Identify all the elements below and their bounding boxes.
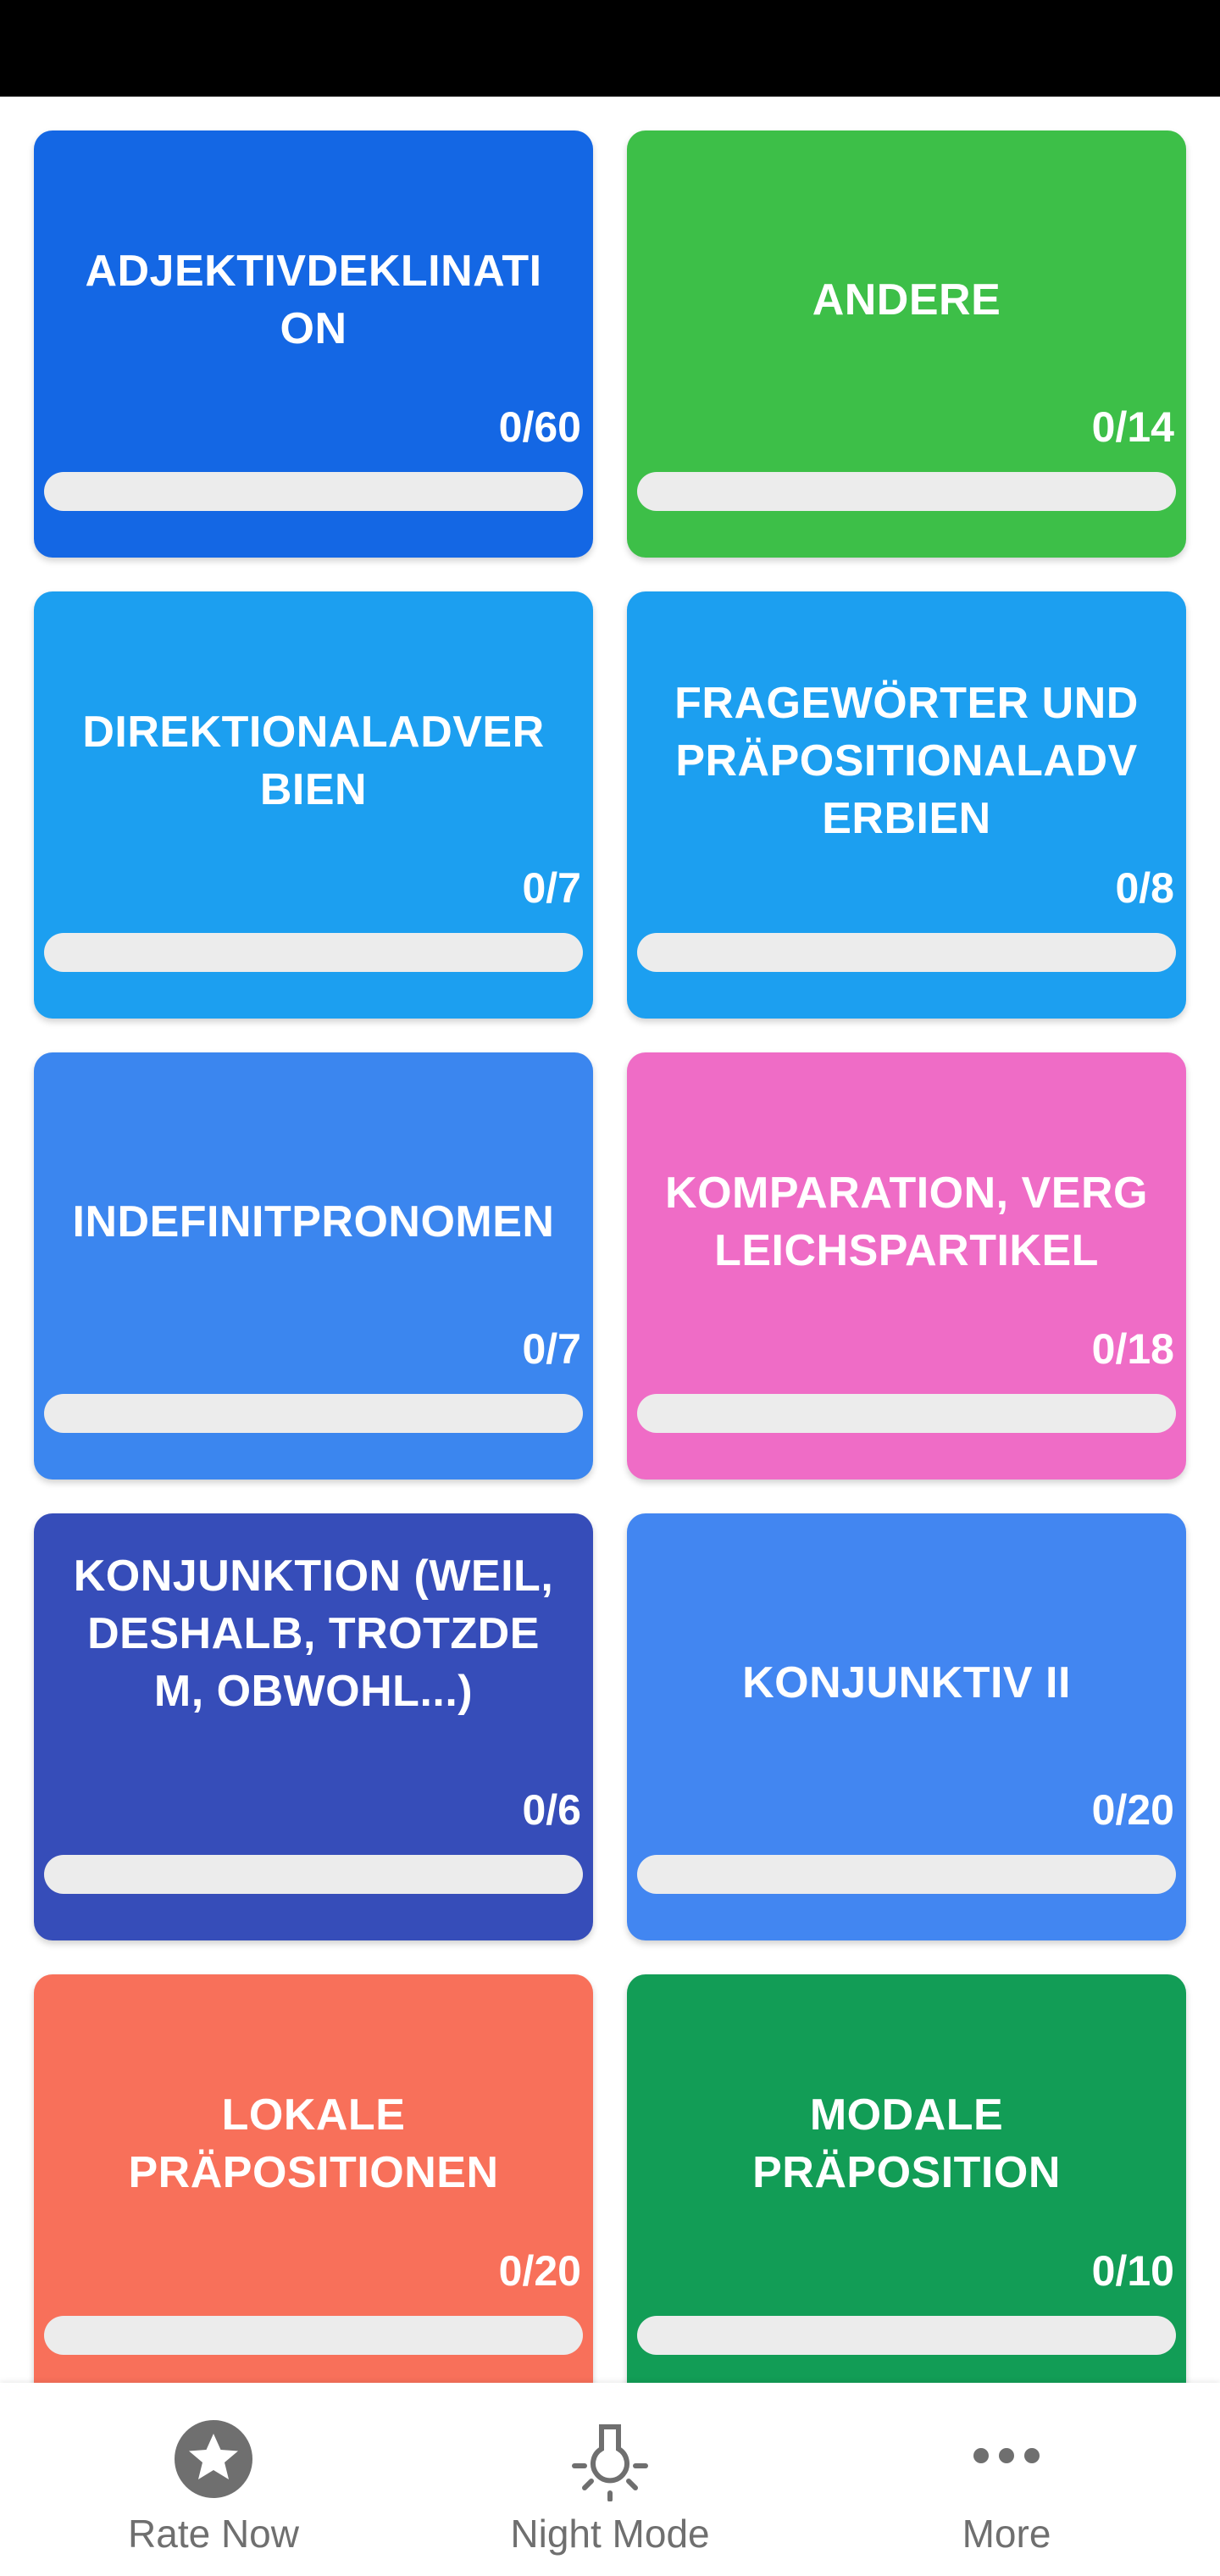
star-circle-icon	[175, 2420, 252, 2498]
progress-bar	[637, 933, 1176, 972]
topic-title: KOMPARATION, VERGLEICHSPARTIKEL	[665, 1169, 1148, 1275]
topic-card[interactable]: DIREKTIONALADVERBIEN 0/7	[34, 591, 593, 1019]
night-mode-label: Night Mode	[510, 2512, 710, 2556]
status-bar	[0, 0, 1220, 97]
topic-progress-count: 0/8	[1115, 864, 1174, 912]
topic-progress-count: 0/60	[498, 403, 581, 451]
lightbulb-icon	[572, 2424, 648, 2501]
topic-card[interactable]: LOKALE PRÄPOSITIONEN 0/20	[34, 1974, 593, 2383]
topic-progress-count: 0/18	[1091, 1325, 1174, 1373]
topic-card[interactable]: INDEFINITPRONOMEN 0/7	[34, 1052, 593, 1480]
progress-bar	[637, 1855, 1176, 1894]
progress-bar	[44, 1394, 583, 1433]
topic-progress-count: 0/10	[1091, 2247, 1174, 2295]
progress-bar	[637, 2316, 1176, 2355]
topic-card[interactable]: ADJEKTIVDEKLINATION 0/60	[34, 130, 593, 558]
topic-card[interactable]: KONJUNKTION (WEIL, DESHALB, TROTZDEM, OB…	[34, 1513, 593, 1940]
topic-progress-count: 0/6	[522, 1786, 581, 1834]
more-button[interactable]: More	[803, 2383, 1210, 2576]
progress-bar	[44, 933, 583, 972]
topic-progress-count: 0/14	[1091, 403, 1174, 451]
progress-bar	[637, 472, 1176, 511]
bottom-navigation: Rate Now Night Mode More	[0, 2383, 1220, 2576]
progress-bar	[44, 472, 583, 511]
topic-title: MODALE PRÄPOSITION	[752, 2090, 1061, 2197]
topic-progress-count: 0/7	[522, 864, 581, 912]
topic-progress-count: 0/20	[498, 2247, 581, 2295]
night-mode-button[interactable]: Night Mode	[407, 2383, 813, 2576]
topic-card[interactable]: FRAGEWÖRTER UND PRÄPOSITIONALADVERBIEN 0…	[627, 591, 1186, 1019]
topic-title: INDEFINITPRONOMEN	[72, 1197, 555, 1246]
topic-title: LOKALE PRÄPOSITIONEN	[128, 2090, 499, 2197]
topic-title: KONJUNKTION (WEIL, DESHALB, TROTZDEM, OB…	[73, 1552, 554, 1716]
topic-title: FRAGEWÖRTER UND PRÄPOSITIONALADVERBIEN	[674, 679, 1139, 843]
topic-card[interactable]: KONJUNKTIV II 0/20	[627, 1513, 1186, 1940]
topic-card[interactable]: MODALE PRÄPOSITION 0/10	[627, 1974, 1186, 2383]
topic-title: KONJUNKTIV II	[742, 1658, 1071, 1707]
progress-bar	[44, 1855, 583, 1894]
progress-bar	[44, 2316, 583, 2355]
topic-title: DIREKTIONALADVERBIEN	[82, 708, 545, 814]
rate-now-button[interactable]: Rate Now	[10, 2383, 417, 2576]
more-dots-icon	[973, 2448, 1040, 2463]
rate-now-label: Rate Now	[128, 2512, 299, 2556]
topic-title: ANDERE	[812, 275, 1001, 325]
topic-progress-count: 0/7	[522, 1325, 581, 1373]
topic-title: ADJEKTIVDEKLINATION	[85, 247, 542, 353]
topic-card[interactable]: ANDERE 0/14	[627, 130, 1186, 558]
progress-bar	[637, 1394, 1176, 1433]
topic-grid: ADJEKTIVDEKLINATION 0/60 ANDERE 0/14 DIR…	[0, 97, 1220, 2383]
topic-card[interactable]: KOMPARATION, VERGLEICHSPARTIKEL 0/18	[627, 1052, 1186, 1480]
more-label: More	[962, 2512, 1051, 2556]
topic-progress-count: 0/20	[1091, 1786, 1174, 1834]
